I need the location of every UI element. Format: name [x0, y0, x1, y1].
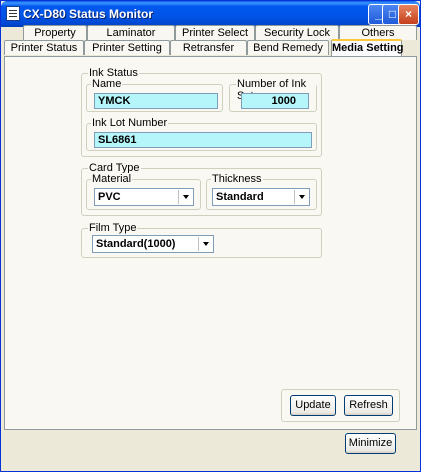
material-select[interactable]: PVC	[94, 188, 194, 206]
tab-media-setting[interactable]: Media Setting	[331, 39, 404, 56]
film-type-value: Standard(1000)	[96, 238, 176, 250]
tab-bend-remedy[interactable]: Bend Remedy	[247, 40, 329, 55]
material-group: Material PVC	[86, 173, 201, 210]
title-bar[interactable]: CX-D80 Status Monitor _ □ ×	[1, 1, 420, 27]
tab-row-back: Property Laminator Printer Select Securi…	[1, 25, 420, 40]
tab-row-front: Printer Status Printer Setting Retransfe…	[1, 39, 420, 56]
chevron-down-icon[interactable]	[198, 237, 212, 251]
film-type-select[interactable]: Standard(1000)	[92, 235, 214, 253]
card-type-group: Card Type Material PVC Thickness Standar…	[81, 162, 322, 216]
ink-sets-field: 1000	[241, 93, 309, 109]
thickness-select[interactable]: Standard	[212, 188, 310, 206]
thickness-label: Thickness	[211, 173, 263, 185]
ink-name-field: YMCK	[94, 93, 218, 109]
ink-status-group: Ink Status Name YMCK Number of Ink Sets …	[81, 67, 322, 157]
chevron-down-icon[interactable]	[178, 190, 192, 204]
tab-laminator[interactable]: Laminator	[87, 25, 175, 40]
ink-lot-group: Ink Lot Number SL6861	[86, 117, 317, 151]
chevron-down-icon[interactable]	[294, 190, 308, 204]
thickness-value: Standard	[216, 191, 264, 203]
thickness-group: Thickness Standard	[206, 173, 317, 210]
ink-sets-group: Number of Ink Sets 1000	[229, 78, 317, 112]
tab-retransfer[interactable]: Retransfer	[170, 40, 247, 55]
tab-property[interactable]: Property	[23, 25, 87, 40]
action-button-group: Update Refresh	[281, 389, 400, 422]
tab-printer-setting[interactable]: Printer Setting	[84, 40, 170, 55]
ink-name-label: Name	[91, 78, 123, 90]
material-value: PVC	[98, 191, 121, 203]
tab-others[interactable]: Others	[339, 25, 417, 40]
update-button[interactable]: Update	[290, 395, 336, 416]
tab-printer-status[interactable]: Printer Status	[4, 40, 84, 55]
ink-lot-label: Ink Lot Number	[91, 117, 169, 129]
media-setting-panel: Ink Status Name YMCK Number of Ink Sets …	[4, 56, 417, 430]
app-icon	[6, 6, 20, 21]
tab-security-lock[interactable]: Security Lock	[255, 25, 339, 40]
tab-printer-select[interactable]: Printer Select	[175, 25, 255, 40]
window-title: CX-D80 Status Monitor	[23, 7, 154, 21]
close-window-button[interactable]: ×	[398, 4, 419, 25]
film-type-label: Film Type	[88, 222, 138, 234]
minimize-button[interactable]: Minimize	[345, 433, 396, 454]
film-type-group: Film Type Standard(1000)	[81, 222, 322, 258]
status-monitor-window: CX-D80 Status Monitor _ □ × Property Lam…	[0, 0, 421, 472]
refresh-button[interactable]: Refresh	[344, 395, 393, 416]
material-label: Material	[91, 173, 133, 185]
ink-lot-field: SL6861	[94, 132, 312, 148]
ink-name-group: Name YMCK	[86, 78, 223, 112]
